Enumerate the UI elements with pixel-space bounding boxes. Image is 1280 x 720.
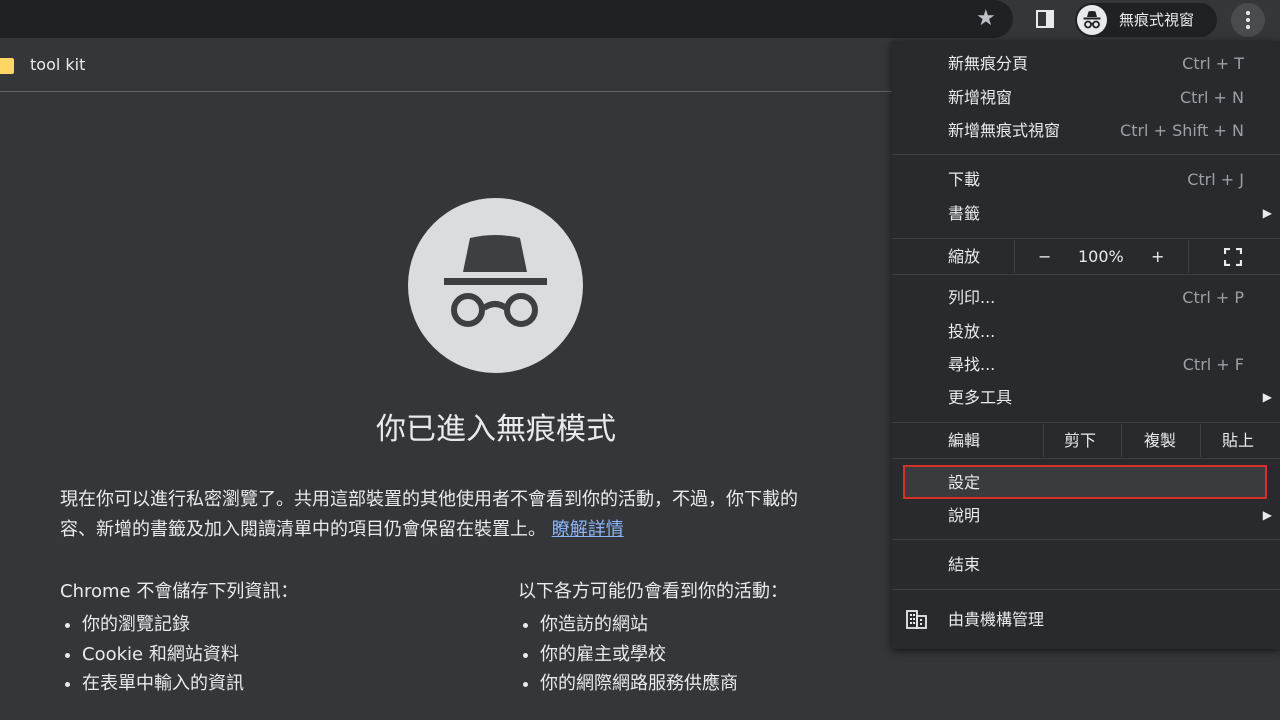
- menu-item-label: 結束: [948, 555, 981, 574]
- list-item: 在表單中輸入的資訊: [82, 669, 298, 699]
- menu-item-label: 尋找...: [948, 355, 996, 374]
- visible-to-list: 以下各方可能仍會看到你的活動： 你造訪的網站 你的雇主或學校 你的網際網路服務供…: [518, 578, 788, 699]
- menu-item-new-window[interactable]: 新增視窗 Ctrl + N: [892, 81, 1280, 114]
- list-item: 你造訪的網站: [540, 610, 788, 640]
- visible-to-heading: 以下各方可能仍會看到你的活動：: [518, 581, 788, 602]
- menu-separator: [892, 422, 1280, 423]
- menu-zoom-row: 縮放 − 100% +: [892, 240, 1280, 273]
- incognito-hero-icon: [408, 198, 583, 373]
- list-item: 你的瀏覽記錄: [82, 610, 298, 640]
- list-item: 你的雇主或學校: [540, 640, 788, 670]
- chrome-menu: 新無痕分頁 Ctrl + T 新增視窗 Ctrl + N 新增無痕式視窗 Ctr…: [892, 41, 1280, 649]
- zoom-divider: [1014, 240, 1015, 273]
- edit-divider: [1121, 424, 1122, 457]
- menu-item-settings[interactable]: 設定: [892, 466, 1280, 499]
- menu-item-shortcut: Ctrl + J: [1187, 170, 1244, 189]
- menu-item-shortcut: Ctrl + N: [1179, 88, 1244, 107]
- menu-separator: [892, 274, 1280, 275]
- bookmark-tool-kit[interactable]: tool kit: [30, 55, 85, 74]
- menu-item-label: 新無痕分頁: [948, 54, 1029, 73]
- menu-item-label: 列印...: [948, 288, 996, 307]
- description-line-2: 容、新增的書籤及加入閱讀清單中的項目仍會保留在裝置上。 瞭解詳情: [60, 515, 895, 545]
- menu-separator: [892, 238, 1280, 239]
- menu-item-label: 投放...: [948, 322, 996, 341]
- menu-item-shortcut: Ctrl + F: [1182, 355, 1244, 374]
- description-line-1: 現在你可以進行私密瀏覽了。共用這部裝置的其他使用者不會看到你的活動，不過，你下載…: [60, 489, 798, 510]
- submenu-arrow-icon: ▶: [1262, 508, 1272, 522]
- bookmark-star-icon[interactable]: ★: [976, 6, 996, 32]
- menu-item-more-tools[interactable]: 更多工具 ▶: [892, 381, 1280, 414]
- menu-item-shortcut: Ctrl + P: [1182, 288, 1244, 307]
- list-item: Cookie 和網站資料: [82, 640, 298, 670]
- menu-separator: [892, 589, 1280, 590]
- page-title: 你已進入無痕模式: [376, 412, 616, 447]
- menu-item-new-incognito-window[interactable]: 新增無痕式視窗 Ctrl + Shift + N: [892, 114, 1280, 147]
- menu-separator: [892, 539, 1280, 540]
- kebab-menu-icon[interactable]: [1231, 3, 1265, 37]
- not-saved-heading: Chrome 不會儲存下列資訊：: [60, 581, 299, 602]
- menu-item-bookmarks[interactable]: 書籤 ▶: [892, 197, 1280, 230]
- menu-item-label: 由貴機構管理: [948, 610, 1045, 629]
- menu-item-label: 更多工具: [948, 388, 1013, 407]
- incognito-profile-button[interactable]: 無痕式視窗: [1075, 3, 1217, 37]
- menu-separator: [892, 154, 1280, 155]
- menu-item-find[interactable]: 尋找... Ctrl + F: [892, 348, 1280, 381]
- incognito-avatar-icon: [1077, 5, 1107, 35]
- menu-edit-row: 編輯 剪下 複製 貼上: [892, 424, 1280, 457]
- edit-divider: [1200, 424, 1201, 457]
- menu-item-shortcut: Ctrl + Shift + N: [1120, 121, 1244, 140]
- menu-item-downloads[interactable]: 下載 Ctrl + J: [892, 163, 1280, 196]
- edit-label: 編輯: [948, 431, 981, 450]
- edit-divider: [1043, 424, 1044, 457]
- menu-item-cast[interactable]: 投放...: [892, 315, 1280, 348]
- menu-item-label: 說明: [948, 506, 981, 525]
- zoom-divider: [1188, 240, 1189, 273]
- zoom-in-button[interactable]: +: [1151, 240, 1164, 273]
- menu-item-new-incognito-tab[interactable]: 新無痕分頁 Ctrl + T: [892, 47, 1280, 80]
- menu-item-label: 設定: [948, 473, 981, 492]
- incognito-label: 無痕式視窗: [1119, 11, 1195, 29]
- fullscreen-icon[interactable]: [1224, 248, 1242, 266]
- submenu-arrow-icon: ▶: [1262, 206, 1272, 220]
- menu-item-print[interactable]: 列印... Ctrl + P: [892, 281, 1280, 314]
- list-item: 你的網際網路服務供應商: [540, 669, 788, 699]
- cut-button[interactable]: 剪下: [1064, 424, 1096, 457]
- paste-button[interactable]: 貼上: [1222, 424, 1254, 457]
- submenu-arrow-icon: ▶: [1262, 390, 1272, 404]
- folder-icon: [0, 58, 14, 74]
- description-line-2-text: 容、新增的書籤及加入閱讀清單中的項目仍會保留在裝置上。: [60, 519, 546, 540]
- menu-separator: [892, 458, 1280, 459]
- incognito-description: 現在你可以進行私密瀏覽了。共用這部裝置的其他使用者不會看到你的活動，不過，你下載…: [60, 485, 895, 549]
- copy-button[interactable]: 複製: [1144, 424, 1176, 457]
- zoom-level: 100%: [1078, 247, 1124, 266]
- menu-item-help[interactable]: 說明 ▶: [892, 499, 1280, 532]
- side-panel-icon[interactable]: [1036, 10, 1054, 28]
- menu-item-label: 書籤: [948, 204, 981, 223]
- menu-item-exit[interactable]: 結束: [892, 548, 1280, 581]
- menu-item-label: 下載: [948, 170, 981, 189]
- zoom-out-button[interactable]: −: [1038, 240, 1051, 273]
- browser-toolbar: ★ 無痕式視窗: [0, 0, 1280, 40]
- menu-item-shortcut: Ctrl + T: [1182, 54, 1244, 73]
- not-saved-list: Chrome 不會儲存下列資訊： 你的瀏覽記錄 Cookie 和網站資料 在表單…: [60, 578, 298, 699]
- address-bar[interactable]: [0, 0, 1013, 38]
- menu-item-label: 新增視窗: [948, 88, 1013, 107]
- zoom-label: 縮放: [948, 247, 981, 266]
- menu-item-managed[interactable]: 由貴機構管理: [892, 603, 1280, 636]
- menu-item-label: 新增無痕式視窗: [948, 121, 1061, 140]
- learn-more-link[interactable]: 瞭解詳情: [552, 519, 624, 540]
